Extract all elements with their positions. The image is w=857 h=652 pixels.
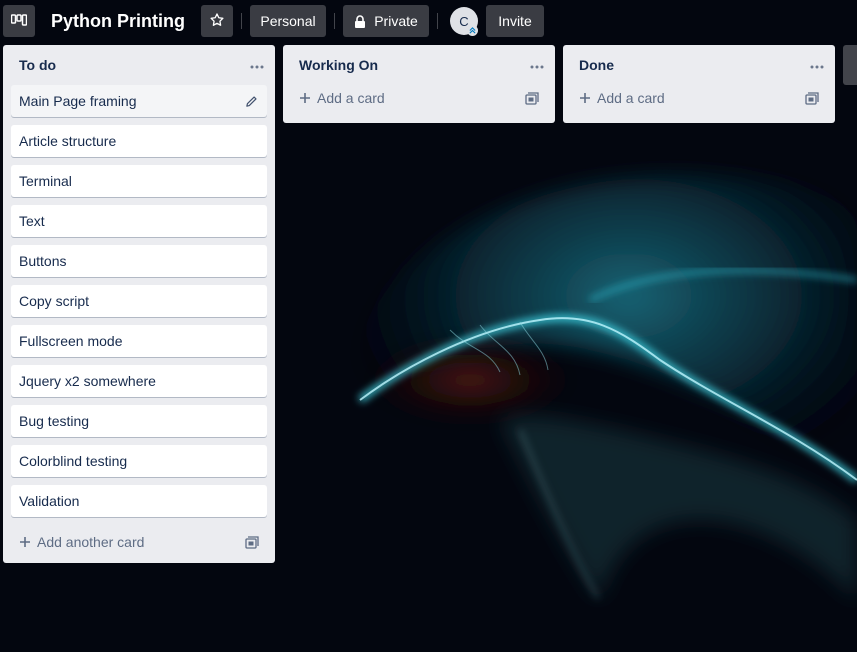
board-header: Python Printing Personal Private C Invit… <box>0 0 857 42</box>
add-card-label: Add a card <box>317 90 385 106</box>
header-divider <box>241 13 242 29</box>
card-title: Fullscreen mode <box>19 333 123 349</box>
card[interactable]: Main Page framing <box>11 85 267 117</box>
list-header: Working On <box>283 45 555 85</box>
add-card-button[interactable]: Add a card <box>579 90 665 106</box>
visibility-label: Private <box>374 13 418 29</box>
card-title: Copy script <box>19 293 90 309</box>
list-footer: Add a card <box>283 85 555 123</box>
list-title[interactable]: Done <box>579 57 614 73</box>
card[interactable]: Validation <box>11 485 267 517</box>
list-footer: Add another card <box>3 525 275 563</box>
more-horizontal-icon <box>250 56 264 74</box>
card-title: Bug testing <box>19 413 90 429</box>
card-title: Article structure <box>19 133 117 149</box>
workspace-label: Personal <box>260 13 316 29</box>
header-divider <box>334 13 335 29</box>
card[interactable]: Jquery x2 somewhere <box>11 365 267 397</box>
visibility-button[interactable]: Private <box>343 5 429 37</box>
lock-icon <box>354 14 366 28</box>
header-divider <box>437 13 438 29</box>
card[interactable]: Copy script <box>11 285 267 317</box>
add-list-button[interactable] <box>843 45 857 85</box>
add-card-label: Add another card <box>37 534 145 550</box>
card-title: Terminal <box>19 173 72 189</box>
card[interactable]: Fullscreen mode <box>11 325 267 357</box>
template-card-icon[interactable] <box>245 536 261 552</box>
workspace-button[interactable]: Personal <box>250 5 326 37</box>
plus-icon <box>299 92 311 104</box>
add-card-button[interactable]: Add another card <box>19 534 144 550</box>
plus-icon <box>19 536 31 548</box>
card[interactable]: Text <box>11 205 267 237</box>
card-title: Buttons <box>19 253 67 269</box>
list-footer: Add a card <box>563 85 835 123</box>
list-header: To do <box>3 45 275 85</box>
card[interactable]: Colorblind testing <box>11 445 267 477</box>
list-working-on: Working On Add a card <box>283 45 555 123</box>
card-title: Jquery x2 somewhere <box>19 373 156 389</box>
card-title: Colorblind testing <box>19 453 128 469</box>
board-title[interactable]: Python Printing <box>51 7 185 35</box>
card[interactable]: Article structure <box>11 125 267 157</box>
card-title: Validation <box>19 493 80 509</box>
list-title[interactable]: To do <box>19 57 56 73</box>
card-title: Main Page framing <box>19 93 137 109</box>
invite-button[interactable]: Invite <box>486 5 544 37</box>
add-card-button[interactable]: Add a card <box>299 90 385 106</box>
pencil-icon[interactable] <box>241 91 261 111</box>
boards-menu-button[interactable] <box>3 5 35 37</box>
boards-icon <box>10 13 28 29</box>
template-card-icon[interactable] <box>805 92 821 108</box>
admin-chevron-icon <box>467 25 478 36</box>
plus-icon <box>579 92 591 104</box>
card[interactable]: Buttons <box>11 245 267 277</box>
add-card-label: Add a card <box>597 90 665 106</box>
card[interactable]: Terminal <box>11 165 267 197</box>
list-done: Done Add a card <box>563 45 835 123</box>
list-menu-button[interactable] <box>245 53 269 77</box>
card-title: Text <box>19 213 45 229</box>
list-to-do: To do Main Page framing Article structur… <box>3 45 275 563</box>
list-title[interactable]: Working On <box>299 57 378 73</box>
list-menu-button[interactable] <box>525 53 549 77</box>
invite-label: Invite <box>498 13 532 29</box>
list-header: Done <box>563 45 835 85</box>
star-icon <box>209 12 225 31</box>
more-horizontal-icon <box>810 56 824 74</box>
member-avatar[interactable]: C <box>450 7 478 36</box>
template-card-icon[interactable] <box>525 92 541 108</box>
list-menu-button[interactable] <box>805 53 829 77</box>
more-horizontal-icon <box>530 56 544 74</box>
card[interactable]: Bug testing <box>11 405 267 437</box>
star-board-button[interactable] <box>201 5 233 37</box>
